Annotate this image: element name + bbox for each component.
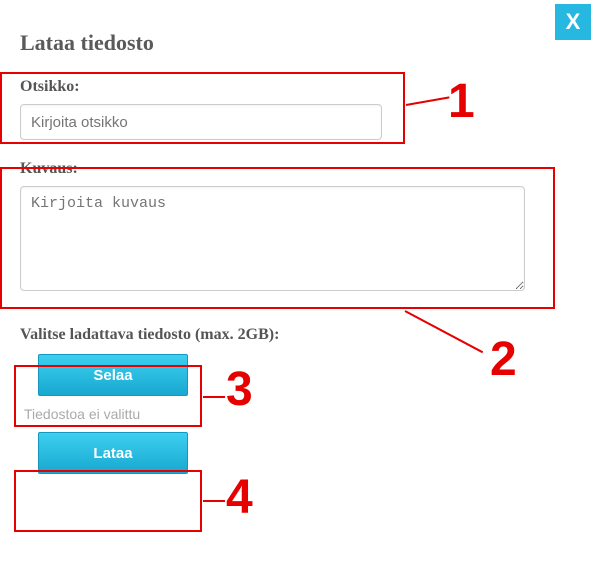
file-status-text: Tiedostoa ei valittu [24, 406, 575, 422]
browse-button[interactable]: Selaa [38, 354, 188, 396]
upload-button[interactable]: Lataa [38, 432, 188, 474]
annotation-line-4 [203, 500, 225, 502]
page-title: Lataa tiedosto [20, 30, 575, 56]
annotation-box-4 [14, 470, 202, 532]
close-button[interactable]: X [555, 4, 591, 40]
title-label: Otsikko: [20, 78, 575, 96]
title-input[interactable] [20, 104, 382, 140]
description-section: Kuvaus: [20, 160, 575, 296]
description-textarea[interactable] [20, 186, 525, 291]
file-section: Valitse ladattava tiedosto (max. 2GB): S… [20, 326, 575, 474]
annotation-number-4: 4 [226, 470, 253, 525]
title-section: Otsikko: [20, 78, 575, 140]
description-label: Kuvaus: [20, 160, 575, 178]
file-select-label: Valitse ladattava tiedosto (max. 2GB): [20, 326, 575, 344]
